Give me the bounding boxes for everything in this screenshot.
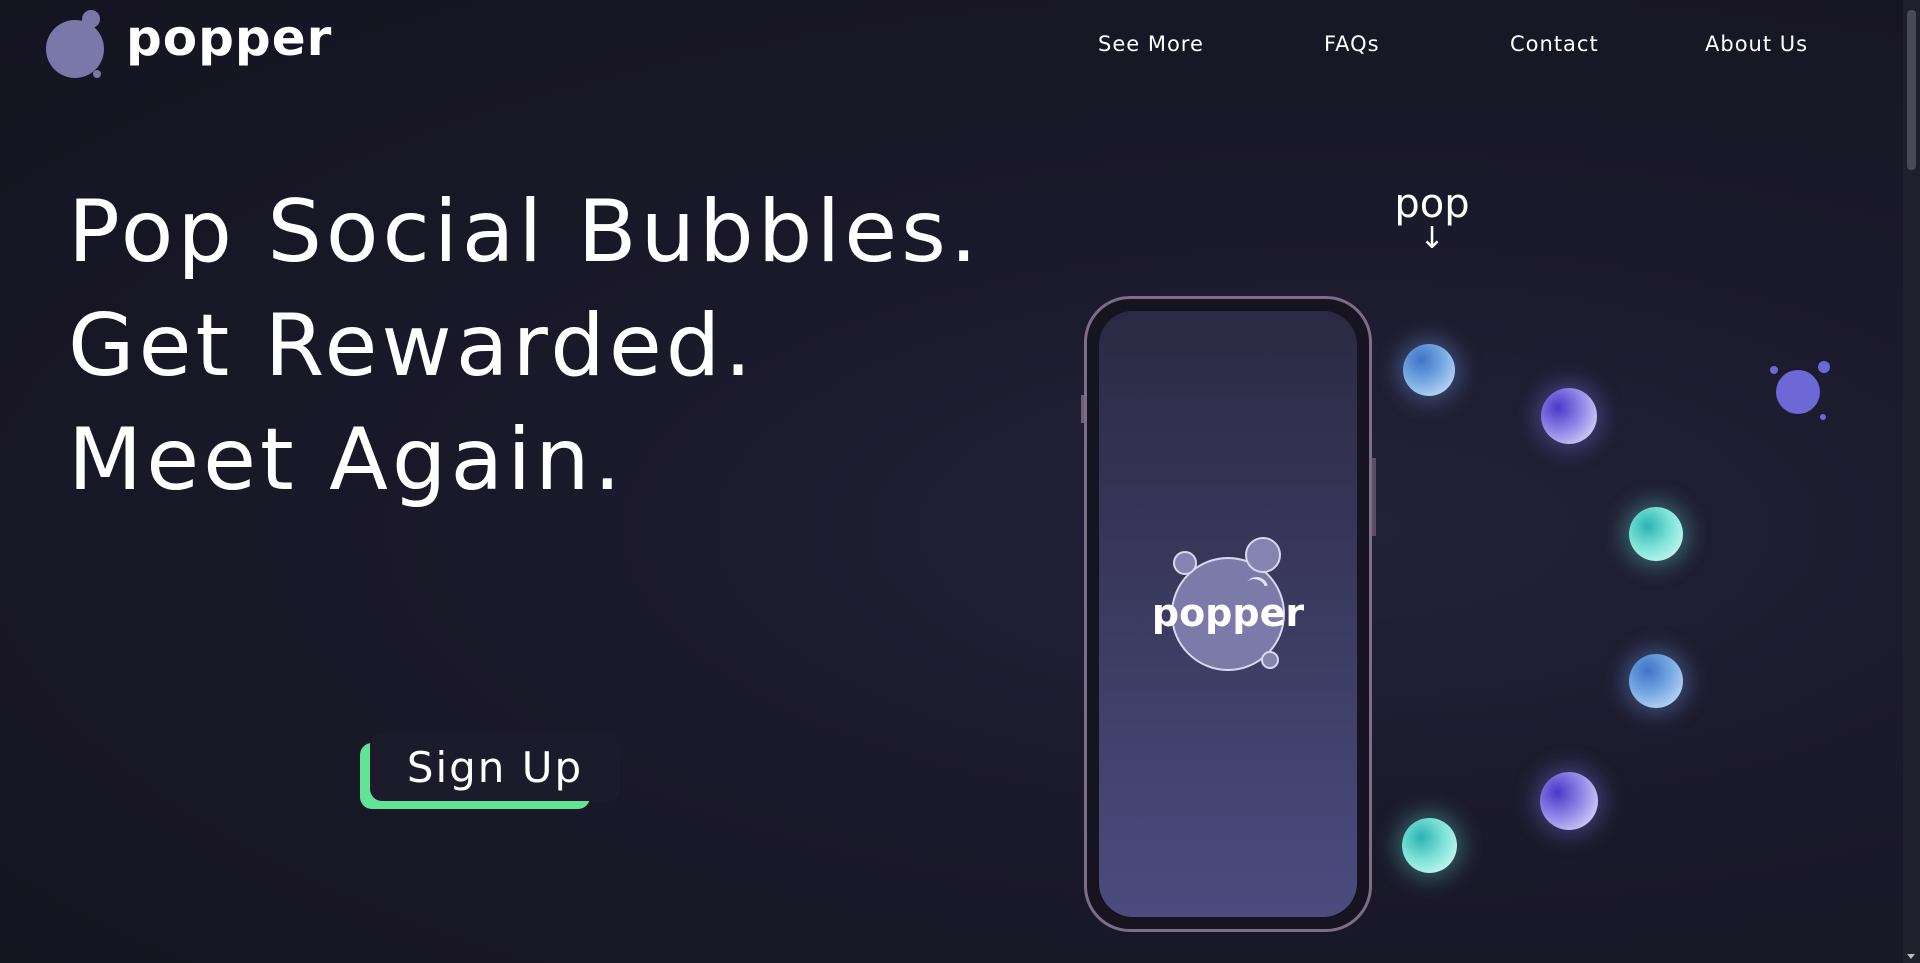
pop-label: pop <box>1394 181 1470 227</box>
hero-line-3: Meet Again. <box>68 410 625 510</box>
nav-link-contact[interactable]: Contact <box>1510 32 1599 56</box>
scrollbar-thumb[interactable] <box>1907 10 1916 170</box>
bubble-icon[interactable] <box>1540 772 1598 830</box>
app-logo-text: popper <box>1151 591 1305 635</box>
small-bubbles-icon <box>1770 360 1830 420</box>
phone-power-button <box>1372 458 1376 536</box>
nav-link-see-more[interactable]: See More <box>1098 32 1204 56</box>
hero-line-1: Pop Social Bubbles. <box>68 182 982 282</box>
phone-screen: popper <box>1099 311 1357 917</box>
landing-page: popper See More FAQs Contact About Us Po… <box>0 0 1920 963</box>
bubble-icon[interactable] <box>1403 344 1455 396</box>
phone-mockup: popper <box>1084 296 1372 932</box>
bubbles-logo-icon <box>44 10 114 80</box>
brand-logo[interactable]: popper <box>44 9 333 80</box>
main-nav: See More FAQs Contact About Us <box>1060 32 1820 62</box>
signup-button[interactable]: Sign Up <box>370 733 620 801</box>
bubble-icon[interactable] <box>1629 507 1683 561</box>
scroll-down-arrow-icon[interactable] <box>1907 954 1915 959</box>
hero-heading: Pop Social Bubbles. Get Rewarded. Meet A… <box>68 175 981 517</box>
bubble-icon[interactable] <box>1541 388 1597 444</box>
arrow-down-icon: ↓ <box>1419 221 1445 256</box>
nav-link-faqs[interactable]: FAQs <box>1324 32 1380 56</box>
page-scrollbar[interactable] <box>1903 0 1920 963</box>
bubble-icon[interactable] <box>1402 818 1457 873</box>
app-logo-icon: popper <box>1152 537 1304 689</box>
bubble-icon[interactable] <box>1629 654 1683 708</box>
brand-name: popper <box>126 9 333 67</box>
signup-button-wrap: Sign Up <box>360 733 620 809</box>
nav-link-about-us[interactable]: About Us <box>1705 32 1808 56</box>
hero-line-2: Get Rewarded. <box>68 296 756 396</box>
